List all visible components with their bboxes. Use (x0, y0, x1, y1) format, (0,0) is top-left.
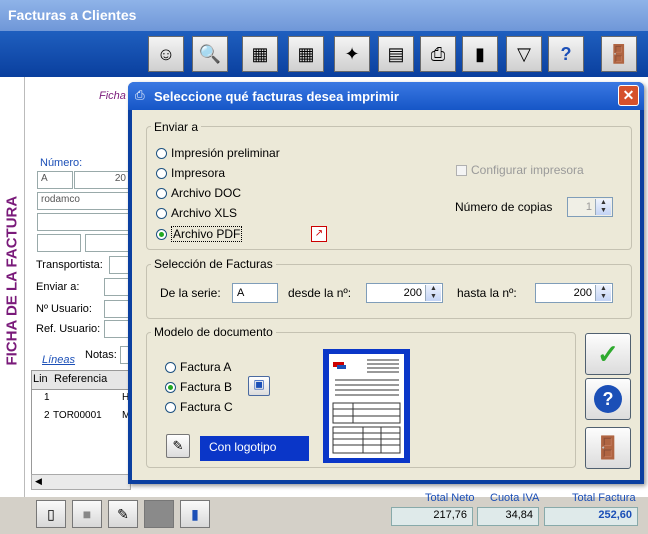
ficha-label: Ficha (99, 90, 126, 102)
transportista-label: Transportista: (36, 259, 103, 271)
exit-door-icon: 🚪 (594, 435, 622, 460)
radio-archivo-xls[interactable]: Archivo XLS (156, 206, 237, 220)
document-icon[interactable]: ▤ (378, 36, 414, 72)
horizontal-scrollbar[interactable]: ◀ (31, 474, 131, 490)
copias-stepper[interactable]: 1 ▲ ▼ (567, 197, 613, 217)
usuario-label: Nº Usuario: (36, 303, 92, 315)
delete-button[interactable]: ■ (72, 500, 102, 528)
cuota-iva-label: Cuota IVA (490, 492, 540, 504)
accept-button[interactable]: ✓ (585, 333, 631, 375)
invoice-preview-icon (329, 354, 404, 458)
transportista-field[interactable] (109, 256, 130, 274)
scroll-left-icon[interactable]: ◀ (35, 476, 42, 487)
sidebar: FICHA DE LA FACTURA (0, 77, 25, 497)
edit-button[interactable]: ✎ (108, 500, 138, 528)
sidebar-title: FICHA DE LA FACTURA (3, 195, 21, 366)
logo-option-button[interactable]: Con logotipo (200, 436, 309, 461)
dialog-title: Seleccione qué facturas desea imprimir (154, 89, 399, 104)
help-icon: ? (594, 385, 622, 413)
grid-header-lin: Lin (33, 373, 48, 385)
book-icon[interactable]: ▮ (180, 500, 210, 528)
notas-label: Notas: (85, 349, 117, 361)
enviar-legend: Enviar a (151, 120, 202, 134)
edit-icon[interactable]: ✎ (166, 434, 190, 458)
ref-usuario-field[interactable] (104, 320, 130, 338)
grid-header-referencia: Referencia (54, 373, 108, 385)
copias-label: Número de copias (455, 200, 553, 214)
checkmark-icon: ✓ (597, 338, 619, 369)
window-titlebar: Facturas a Clientes (0, 0, 648, 31)
seleccion-legend: Selección de Facturas (151, 257, 276, 271)
desde-label: desde la nº: (288, 286, 352, 300)
radio-factura-b[interactable]: Factura B (165, 380, 232, 394)
radio-impresora[interactable]: Impresora (156, 166, 225, 180)
modelo-legend: Modelo de documento (151, 325, 276, 339)
ref-usuario-label: Ref. Usuario: (36, 323, 101, 335)
serie-input[interactable]: A (232, 283, 278, 303)
field-a[interactable] (37, 234, 81, 252)
enviar-label: Enviar a: (36, 281, 80, 293)
help-button[interactable]: ? (585, 378, 631, 420)
grid-header: Lin Referencia (32, 371, 131, 390)
usuario-field[interactable] (104, 300, 130, 318)
window-title: Facturas a Clientes (8, 7, 137, 23)
total-factura-label: Total Factura (572, 492, 636, 504)
magnifier-icon[interactable]: 🔍 (192, 36, 228, 72)
tab-lineas[interactable]: Líneas (42, 354, 75, 366)
person-icon[interactable]: ☺ (148, 36, 184, 72)
field-b[interactable] (85, 234, 130, 252)
printer-icon[interactable]: ⎙ (420, 36, 456, 72)
hasta-label: hasta la nº: (457, 286, 517, 300)
numero-label: Número: (40, 157, 83, 169)
book-icon[interactable]: ▮ (462, 36, 498, 72)
document-preview (323, 349, 410, 463)
radio-archivo-pdf[interactable]: Archivo PDF (156, 226, 243, 242)
exit-button[interactable]: 🚪 (585, 427, 631, 469)
folder-icon[interactable] (144, 500, 174, 528)
close-icon[interactable]: ✕ (618, 85, 639, 106)
hasta-stepper[interactable]: 200 ▲ ▼ (535, 283, 613, 303)
enviar-field[interactable] (104, 278, 130, 296)
total-neto-value: 217,76 (391, 507, 473, 526)
calculator-edit-icon[interactable]: ▦ (288, 36, 324, 72)
toolbar: ☺ 🔍 ▦ ▦ ✦ ▤ ⎙ ▮ ▽ ? 🚪 (0, 31, 648, 77)
total-neto-label: Total Neto (425, 492, 475, 504)
serie-label: De la serie: (160, 286, 221, 300)
filter-icon[interactable]: ▽ (506, 36, 542, 72)
numero-field[interactable]: 20 (74, 171, 130, 189)
radio-factura-a[interactable]: Factura A (165, 360, 231, 374)
pdf-icon[interactable]: ↗ (311, 226, 327, 242)
help-icon[interactable]: ? (548, 36, 584, 72)
spin-arrows-icon[interactable]: ▲ ▼ (595, 199, 611, 215)
cliente-name-field[interactable] (37, 213, 130, 231)
serie-field[interactable]: A (37, 171, 73, 189)
table-row[interactable]: 2 TOR00001 M (32, 408, 131, 426)
table-row[interactable]: 1 H (32, 390, 131, 408)
cuota-iva-value: 34,84 (477, 507, 539, 526)
radio-archivo-doc[interactable]: Archivo DOC (156, 186, 241, 200)
total-factura-value: 252,60 (544, 507, 638, 526)
save-icon[interactable]: ▣ (248, 376, 270, 396)
magic-wand-icon[interactable]: ✦ (334, 36, 370, 72)
new-document-button[interactable]: ▯ (36, 500, 66, 528)
radio-factura-c[interactable]: Factura C (165, 400, 233, 414)
desde-stepper[interactable]: 200 ▲ ▼ (366, 283, 443, 303)
exit-door-icon[interactable]: 🚪 (601, 36, 637, 72)
configurar-impresora-checkbox[interactable]: Configurar impresora (456, 163, 584, 177)
cliente-field[interactable]: rodamco (37, 192, 130, 210)
dialog-titlebar: ⎙ Seleccione qué facturas desea imprimir (128, 82, 644, 110)
calculator-edit-icon[interactable]: ▦ (242, 36, 278, 72)
printer-icon: ⎙ (135, 88, 145, 102)
spin-arrows-icon[interactable]: ▲ ▼ (425, 285, 441, 301)
spin-arrows-icon[interactable]: ▲ ▼ (595, 285, 611, 301)
radio-impresion-preliminar[interactable]: Impresión preliminar (156, 146, 280, 160)
